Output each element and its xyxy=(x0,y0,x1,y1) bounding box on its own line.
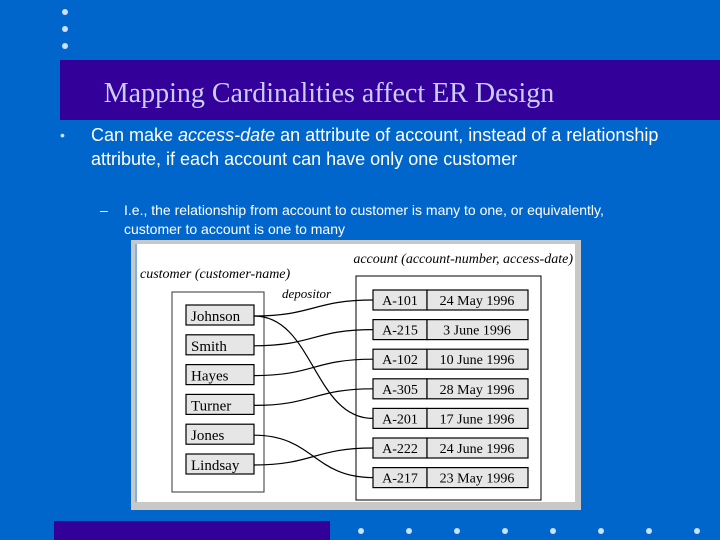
bullet-text-part: Can make xyxy=(91,125,179,145)
decorative-dot xyxy=(406,528,412,534)
customer-name: Johnson xyxy=(191,309,241,325)
er-diagram: account (account-number, access-date) cus… xyxy=(140,252,573,501)
bullet-marker: • xyxy=(60,127,65,143)
depositor-link xyxy=(253,358,374,377)
account-number: A-305 xyxy=(382,383,418,398)
bullet-text-emphasis: access-date xyxy=(178,125,276,145)
account-number: A-101 xyxy=(382,294,418,309)
access-date: 28 May 1996 xyxy=(440,383,515,398)
decorative-dot xyxy=(358,528,364,534)
access-date: 3 June 1996 xyxy=(443,324,511,339)
relationship-label: depositor xyxy=(282,286,332,301)
access-date: 23 May 1996 xyxy=(440,472,515,487)
customer-name: Lindsay xyxy=(191,458,240,474)
account-label: account (account-number, access-date) xyxy=(353,252,573,267)
decorative-dot xyxy=(550,528,556,534)
account-number: A-217 xyxy=(382,472,418,487)
er-figure: account (account-number, access-date) cus… xyxy=(135,244,575,502)
access-date: 24 May 1996 xyxy=(440,294,515,309)
customer-name: Turner xyxy=(191,398,231,414)
depositor-link xyxy=(253,447,374,466)
depositor-link xyxy=(253,329,374,347)
slide-title: Mapping Cardinalities affect ER Design xyxy=(103,78,555,109)
depositor-link xyxy=(253,388,374,406)
customer-name: Smith xyxy=(191,339,227,355)
depositor-link xyxy=(253,299,374,317)
customer-name: Jones xyxy=(191,428,224,444)
account-number: A-222 xyxy=(382,442,418,457)
sub-bullet-text: I.e., the relationship from account to c… xyxy=(124,202,604,237)
footer-band xyxy=(54,521,330,540)
account-number: A-201 xyxy=(382,412,418,427)
decorative-dot xyxy=(598,528,604,534)
access-date: 10 June 1996 xyxy=(440,353,515,368)
sub-bullet-marker: – xyxy=(100,202,108,218)
decorative-dot xyxy=(694,528,700,534)
account-number: A-215 xyxy=(382,324,418,339)
decorative-dot xyxy=(62,43,68,49)
decorative-dot xyxy=(454,528,460,534)
bullet-text: Can make access-date an attribute of acc… xyxy=(91,123,671,171)
er-figure-frame: account (account-number, access-date) cus… xyxy=(131,240,581,510)
decorative-dot xyxy=(502,528,508,534)
account-number: A-102 xyxy=(382,353,418,368)
decorative-dot xyxy=(646,528,652,534)
customer-label: customer (customer-name) xyxy=(140,267,291,282)
decorative-dot xyxy=(62,9,68,15)
access-date: 17 June 1996 xyxy=(440,412,515,427)
decorative-dot xyxy=(62,26,68,32)
access-date: 24 June 1996 xyxy=(440,442,515,457)
customer-name: Hayes xyxy=(191,369,229,385)
